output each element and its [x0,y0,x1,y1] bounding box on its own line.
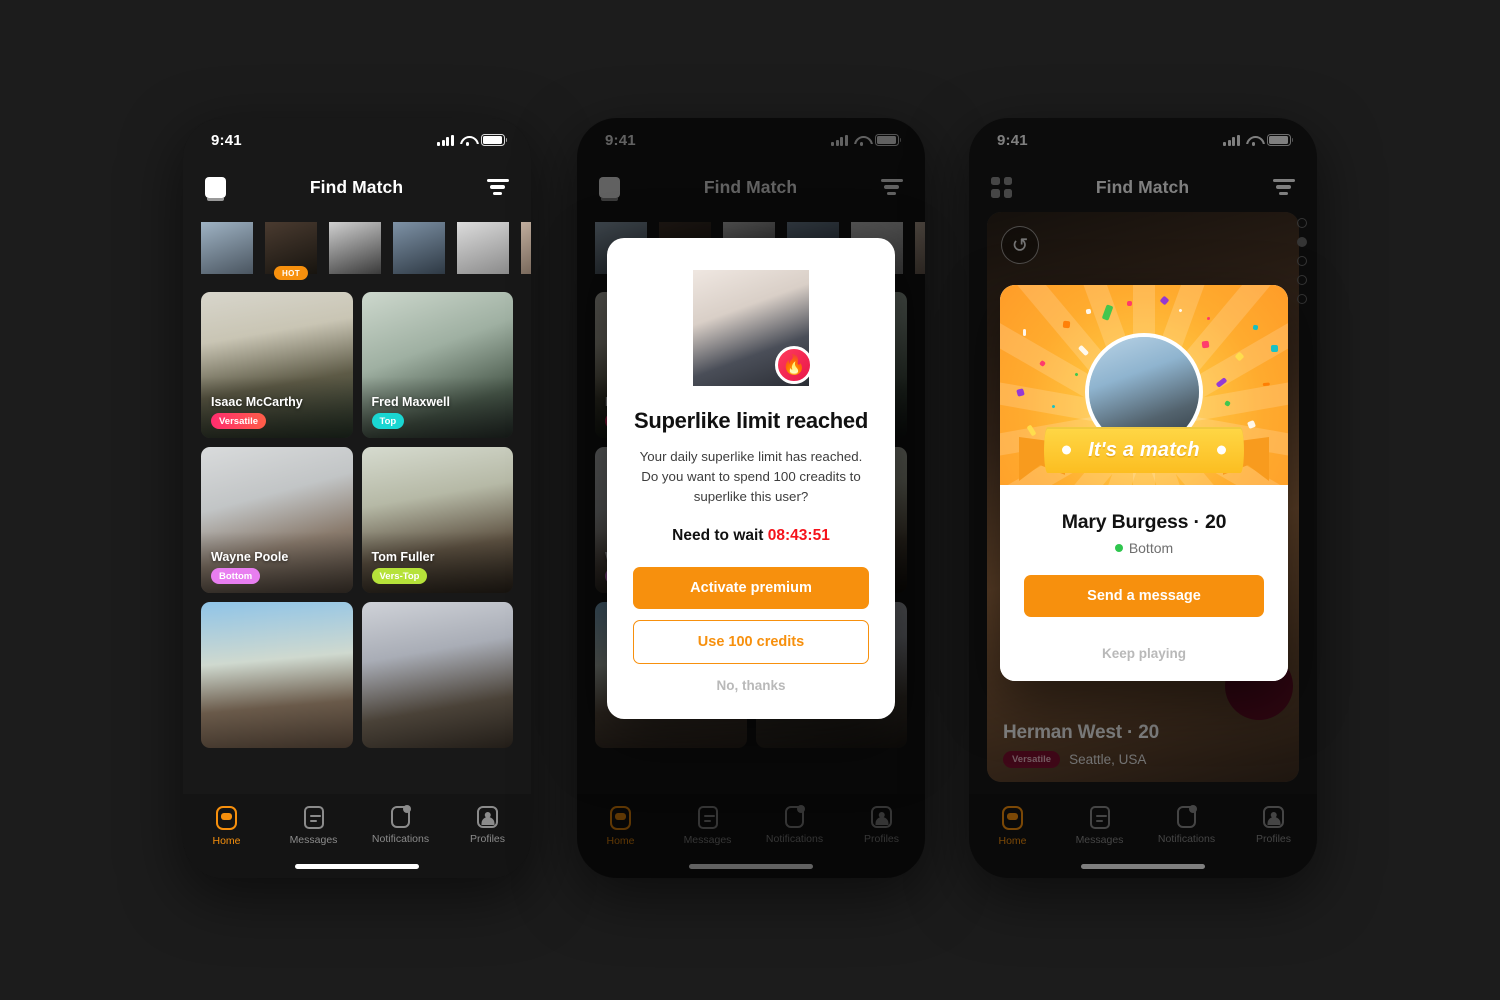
profile-card-name: Wayne Poole [211,550,289,564]
profile-card[interactable]: Wayne Poole Bottom [201,447,353,593]
matched-user-name: Mary Burgess · 20 [1024,511,1264,534]
wait-label: Need to wait [672,526,764,544]
profile-card-name: Isaac McCarthy [211,395,303,409]
stories-carousel[interactable]: HOT [183,212,531,288]
match-name-text: Mary Burgess [1061,511,1189,533]
app-header: Find Match [183,162,531,212]
status-time: 9:41 [211,131,242,149]
story-item[interactable] [457,222,509,274]
superlike-limit-dialog: 🔥 Superlike limit reached Your daily sup… [607,238,895,719]
bottom-tab-bar: Home Messages Notifications Profiles [183,794,531,878]
profile-card[interactable]: Tom Fuller Vers-Top [361,447,513,593]
tab-home[interactable]: Home [189,806,265,847]
tab-profiles[interactable]: Profiles [450,806,526,845]
profile-card[interactable] [361,602,513,748]
send-message-button[interactable]: Send a message [1024,575,1264,617]
tab-label: Messages [289,834,338,846]
story-avatar [457,222,509,274]
ribbon-text: It's a match [1088,438,1200,461]
story-ring [457,222,509,274]
mockup-stage: 9:41 Find Match HOT Isaac McCarthy Versa… [0,0,1500,1000]
its-a-match-dialog: It's a match Mary Burgess · 20 Bottom Se… [1000,285,1288,681]
hot-badge: HOT [273,266,309,280]
phone-mockup-home: 9:41 Find Match HOT Isaac McCarthy Versa… [183,118,531,878]
story-avatar [393,222,445,274]
story-item[interactable] [393,222,445,274]
activate-premium-button[interactable]: Activate premium [633,566,869,609]
profile-icon [477,806,498,828]
page-title: Find Match [309,176,404,197]
dialog-title: Superlike limit reached [634,408,868,433]
tab-label: Notifications [371,833,430,845]
dialog-avatar-wrap: 🔥 [693,270,813,386]
filter-icon[interactable] [486,179,509,195]
story-item[interactable] [521,222,531,274]
home-icon [216,806,237,830]
tab-notifications[interactable]: Notifications [363,805,439,845]
cellular-signal-icon [437,134,454,146]
story-avatar [329,222,381,274]
flame-icon: 🔥 [775,346,813,384]
story-ring [329,222,381,274]
profile-card[interactable]: Isaac McCarthy Versatile [201,292,353,438]
match-age-text: 20 [1205,511,1227,533]
profile-card-tag: Bottom [211,568,261,584]
tab-messages[interactable]: Messages [276,806,352,846]
story-ring [521,222,531,274]
match-details: Mary Burgess · 20 Bottom Send a message … [1000,485,1288,681]
profile-card-tag: Vers-Top [371,568,428,584]
wifi-icon [460,135,475,146]
messages-icon [303,806,324,829]
notifications-icon [391,805,411,828]
home-indicator [295,864,419,869]
profile-card[interactable]: Fred Maxwell Top [361,292,513,438]
profile-card-tag: Versatile [211,413,267,429]
story-avatar [521,222,531,274]
story-item-hot[interactable]: HOT [265,222,317,280]
matched-user-role: Bottom [1024,540,1264,556]
story-item[interactable] [329,222,381,274]
story-avatar [201,222,253,274]
profile-card[interactable] [201,602,353,748]
tab-label: Profiles [469,833,505,845]
match-ribbon: It's a match [1019,419,1269,481]
screen-home: 9:41 Find Match HOT Isaac McCarthy Versa… [183,118,531,878]
match-role-text: Bottom [1128,540,1174,556]
battery-icon [481,134,508,146]
keep-playing-button[interactable]: Keep playing [1102,632,1186,665]
dismiss-dialog-button[interactable]: No, thanks [716,664,785,697]
wait-countdown: 08:43:51 [767,526,830,544]
dialog-body-text: Your daily superlike limit has reached. … [639,449,863,504]
profile-grid: Isaac McCarthy Versatile Fred Maxwell To… [183,288,531,748]
story-ring [393,222,445,274]
use-credits-button[interactable]: Use 100 credits [633,619,869,664]
profile-card-name: Fred Maxwell [371,395,451,409]
story-avatar [265,222,317,274]
ribbon-band: It's a match [1044,427,1244,473]
profile-card-name: Tom Fuller [371,550,435,564]
match-separator: · [1193,511,1200,533]
story-ring [201,222,253,274]
ribbon-dot-right [1217,445,1226,455]
wait-timer-row: Need to wait 08:43:51 [633,527,869,545]
ribbon-dot-left [1062,445,1071,455]
profile-card-tag: Top [371,413,405,429]
app-logo-icon[interactable] [205,176,226,201]
story-item[interactable] [201,222,253,274]
status-indicators [437,134,508,146]
tab-label: Home [212,835,241,847]
match-celebration-banner: It's a match [1000,285,1288,485]
status-dot-icon [1114,544,1123,552]
status-bar: 9:41 [183,118,531,162]
